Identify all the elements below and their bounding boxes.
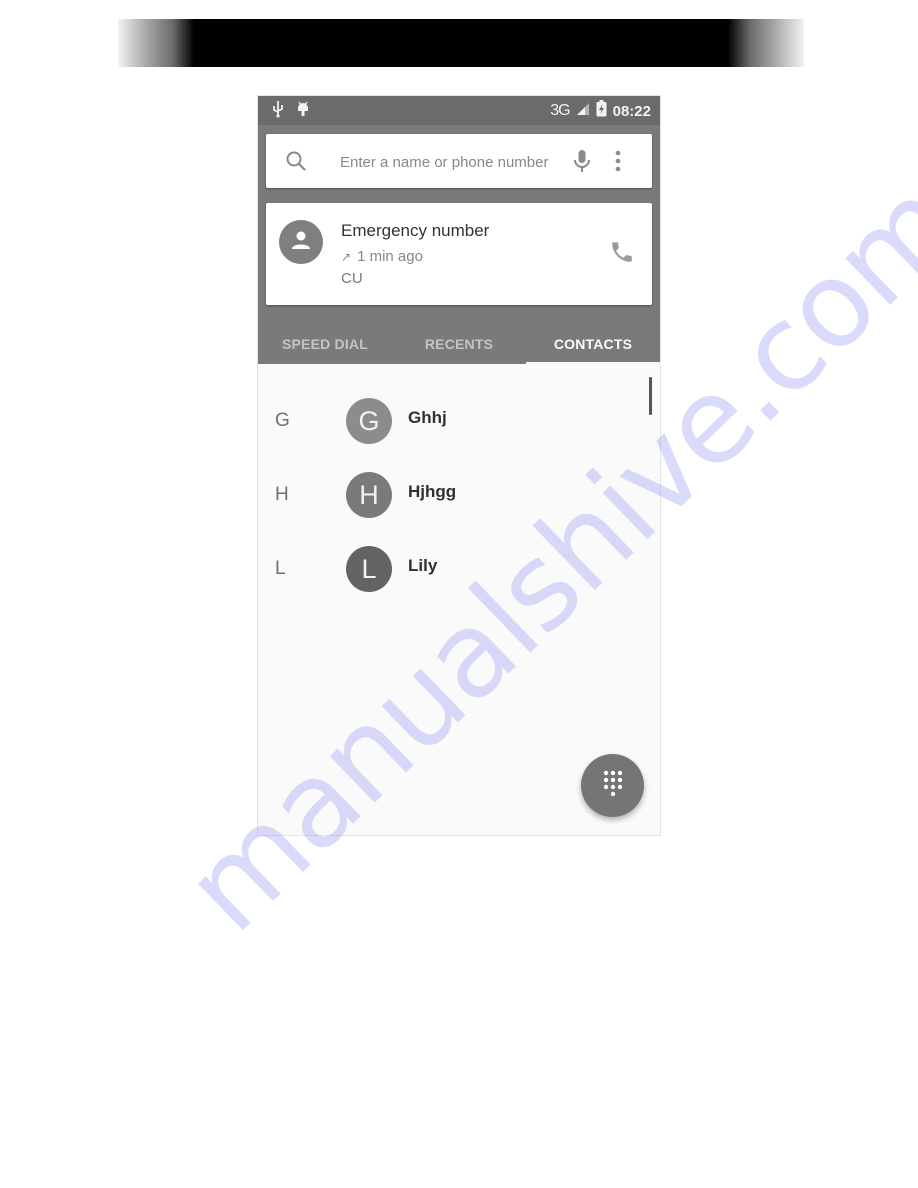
- contact-row[interactable]: H H Hjhgg: [258, 468, 660, 524]
- recent-call-time: ↗ 1 min ago: [341, 248, 423, 265]
- outgoing-call-icon: ↗: [341, 250, 352, 264]
- signal-icon: [576, 102, 590, 121]
- microphone-icon[interactable]: [572, 148, 592, 179]
- contact-row[interactable]: L L Lily: [258, 542, 660, 598]
- recent-call-label: CU: [341, 270, 363, 287]
- section-letter: H: [275, 484, 289, 505]
- app-bar: 3G 08:22 Enter a name or phone number Em…: [258, 96, 660, 364]
- dialpad-icon: [601, 769, 625, 802]
- contact-avatar: L: [346, 546, 392, 592]
- phone-call-icon[interactable]: [609, 239, 635, 270]
- tab-speed-dial[interactable]: SPEED DIAL: [258, 324, 392, 364]
- avatar-initial: L: [361, 553, 377, 584]
- contact-row[interactable]: G G Ghhj: [258, 394, 660, 450]
- contact-name: Ghhj: [408, 408, 447, 427]
- network-type: 3G: [550, 102, 570, 119]
- dialpad-button[interactable]: [581, 754, 644, 817]
- avatar-initial: H: [359, 479, 379, 510]
- person-icon: [289, 228, 313, 257]
- scrollbar[interactable]: [649, 377, 652, 415]
- time-ago: 1 min ago: [357, 248, 423, 265]
- contact-name: Lily: [408, 556, 438, 575]
- phone-screen: 3G 08:22 Enter a name or phone number Em…: [257, 95, 661, 836]
- search-bar[interactable]: [266, 134, 652, 190]
- contact-name: Hjhgg: [408, 482, 457, 501]
- recent-call-card[interactable]: Emergency number ↗ 1 min ago CU: [266, 203, 652, 305]
- section-letter: L: [275, 558, 286, 579]
- clock: 08:22: [612, 102, 651, 120]
- contact-avatar: G: [346, 398, 392, 444]
- contact-avatar: H: [346, 472, 392, 518]
- search-input[interactable]: [338, 134, 572, 190]
- tab-bar: SPEED DIAL RECENTS CONTACTS: [258, 324, 660, 364]
- more-options-icon[interactable]: [614, 148, 622, 179]
- recent-call-name: Emergency number: [341, 221, 490, 240]
- tab-recents[interactable]: RECENTS: [392, 324, 526, 364]
- manual-header-bar: [118, 19, 804, 67]
- search-icon[interactable]: [284, 149, 308, 178]
- usb-icon: [272, 100, 284, 123]
- battery-charging-icon: [596, 100, 607, 122]
- status-bar: 3G 08:22: [258, 96, 660, 125]
- avatar-initial: G: [358, 405, 380, 436]
- android-debug-icon: [296, 100, 310, 123]
- tab-contacts[interactable]: CONTACTS: [526, 324, 660, 364]
- section-letter: G: [275, 410, 290, 431]
- contact-avatar: [279, 220, 323, 264]
